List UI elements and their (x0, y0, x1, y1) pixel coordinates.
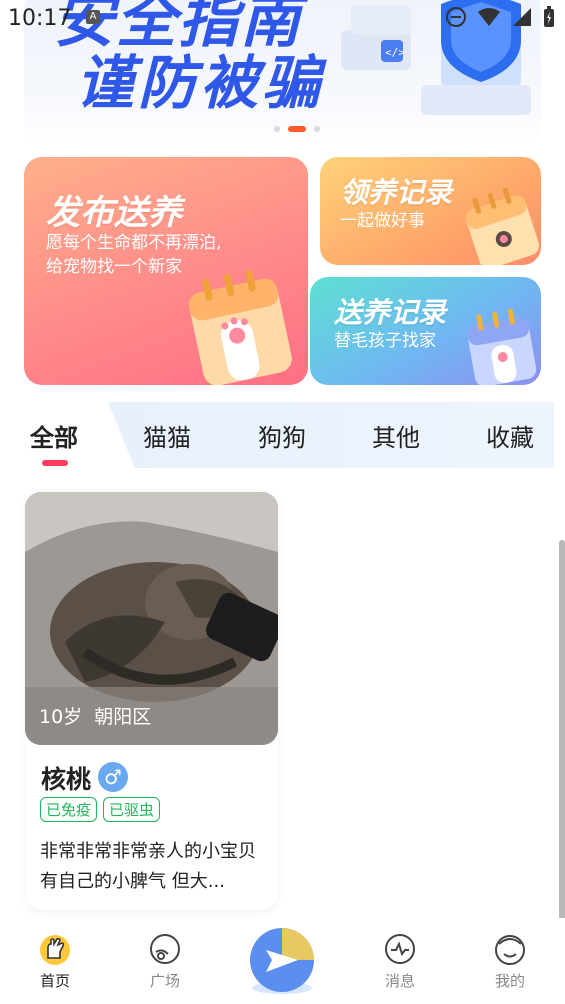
pet-area: 朝阳区 (94, 706, 152, 728)
give-card-subtitle: 替毛孩子找家 (334, 331, 436, 351)
svg-text:</>: </> (385, 46, 405, 59)
nav-home-label: 首页 (39, 972, 70, 990)
nav-profile-label: 我的 (494, 972, 525, 990)
paw-calendar-small-icon (465, 188, 540, 265)
bottom-navigation: 首页 广场 消息 我的 (0, 918, 565, 1004)
nav-messages-label: 消息 (384, 972, 415, 990)
nav-home[interactable]: 首页 (25, 930, 85, 991)
pet-age: 10岁 (39, 706, 83, 728)
publish-send-icon[interactable] (246, 926, 318, 998)
tag-dewormed: 已驱虫 (103, 797, 161, 822)
active-tab-indicator (42, 460, 68, 466)
adopt-card-title: 领养记录 (340, 176, 453, 209)
tab-all[interactable]: 全部 (30, 418, 78, 453)
male-gender-icon: ♂ (98, 762, 128, 792)
adopt-card-subtitle: 一起做好事 (340, 211, 425, 231)
category-tabs: 全部 猫猫 狗狗 其他 收藏 (0, 400, 565, 470)
scrollbar[interactable] (559, 540, 565, 920)
wifi-icon (478, 8, 500, 26)
publish-card-title: 发布送养 (46, 193, 182, 233)
nav-messages[interactable]: 消息 (370, 930, 430, 991)
give-card-title: 送养记录 (334, 296, 447, 329)
battery-icon (544, 6, 554, 27)
status-bar: 10:17 A (0, 0, 565, 36)
nav-profile[interactable]: 我的 (480, 930, 540, 991)
home-paw-icon (40, 935, 70, 965)
adoption-record-card[interactable]: 领养记录 一起做好事 (320, 157, 541, 265)
tag-vaccinated: 已免疫 (40, 797, 98, 822)
publish-adoption-card[interactable]: 发布送养 愿每个生命都不再漂泊, 给宠物找一个新家 (24, 157, 308, 385)
tab-dogs[interactable]: 狗狗 (258, 418, 306, 453)
pager-dot[interactable] (314, 126, 320, 132)
pet-name: 核桃 (41, 765, 92, 794)
banner-pager (274, 126, 320, 132)
message-icon (385, 934, 415, 964)
publish-card-subtitle-1: 愿每个生命都不再漂泊, (46, 233, 222, 253)
pet-tags: 已免疫 已驱虫 (40, 797, 161, 822)
paw-calendar-icon (188, 269, 292, 385)
pager-dot[interactable] (274, 126, 280, 132)
publish-card-subtitle-2: 给宠物找一个新家 (46, 257, 182, 277)
tab-cats[interactable]: 猫猫 (143, 418, 191, 453)
profile-icon (495, 935, 525, 965)
dnd-icon (446, 7, 466, 27)
pet-description: 非常非常非常亲人的小宝贝 有自己的小脾气 但大... (40, 841, 256, 892)
tab-others[interactable]: 其他 (372, 418, 420, 453)
pager-dot-active[interactable] (288, 126, 306, 132)
paw-calendar-blue-icon (467, 308, 537, 385)
pet-card[interactable]: 10岁 朝阳区 核桃 ♂ 已免疫 已驱虫 非常非常非常亲人的小宝贝 有自己的小脾… (25, 492, 278, 910)
square-chat-icon (150, 934, 180, 964)
status-time: 10:17 (8, 6, 72, 31)
banner-title-line2: 谨防被骗 (76, 49, 325, 117)
nav-square-label: 广场 (149, 972, 180, 990)
pet-photo: 10岁 朝阳区 (25, 492, 278, 745)
nav-square[interactable]: 广场 (135, 930, 195, 991)
signal-icon (513, 8, 531, 26)
tab-favorites[interactable]: 收藏 (486, 418, 534, 453)
rehoming-record-card[interactable]: 送养记录 替毛孩子找家 (310, 277, 541, 385)
notification-a-icon: A (86, 10, 100, 24)
